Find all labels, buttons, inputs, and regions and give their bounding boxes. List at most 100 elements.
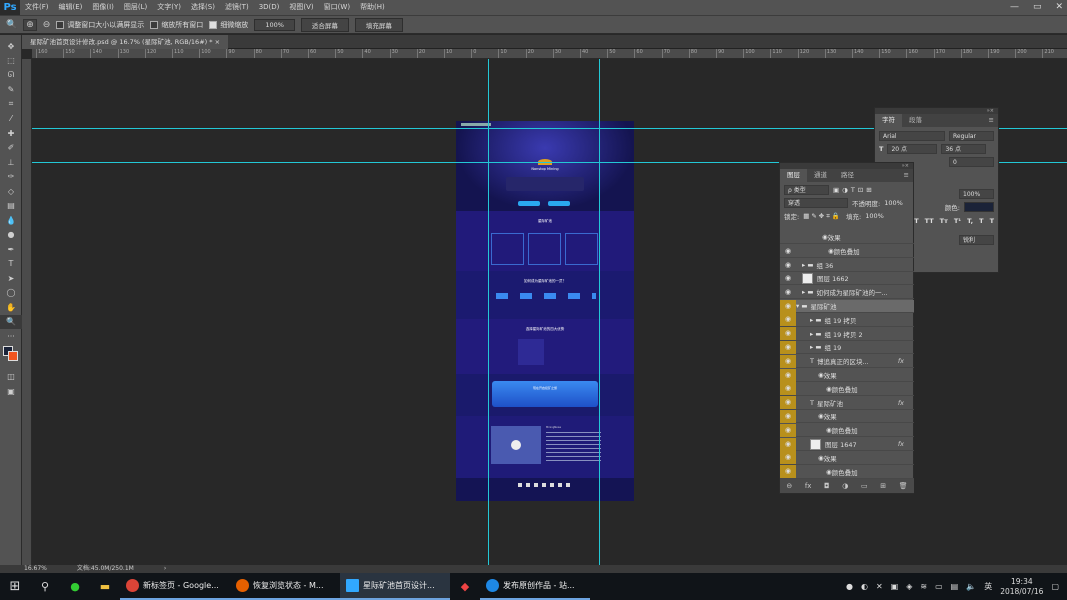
visibility-eye-icon[interactable]: ◉ (780, 396, 796, 410)
panel-menu-icon[interactable]: ≡ (904, 169, 913, 182)
wifi-icon[interactable]: ≋ (920, 582, 927, 591)
delete-layer-icon[interactable]: 🗑 (899, 482, 908, 490)
checkbox-icon[interactable] (56, 20, 65, 29)
tab-character[interactable]: 字符 (875, 114, 902, 127)
layer-row[interactable]: ◉ 效果 (780, 231, 914, 244)
visibility-eye-icon[interactable]: ◉ (780, 261, 796, 269)
visibility-eye-icon[interactable]: ◉ (780, 451, 796, 465)
panel-menu-icon[interactable]: ≡ (989, 114, 998, 127)
visibility-eye-icon[interactable]: ◉ (780, 409, 796, 423)
visibility-eye-icon[interactable]: ◉ (780, 437, 796, 451)
blur-tool-icon[interactable]: 💧 (0, 213, 22, 228)
lasso-tool-icon[interactable]: ᘏ (0, 68, 22, 83)
quick-mask-icon[interactable]: ◫ (0, 370, 22, 385)
visibility-eye-icon[interactable]: ◉ (780, 465, 796, 479)
leading-select[interactable]: 36 点 (941, 144, 987, 154)
tray-icon[interactable]: ◈ (906, 582, 912, 591)
menu-view[interactable]: 视图(V) (284, 0, 318, 15)
layer-mask-icon[interactable]: ◘ (824, 482, 830, 490)
small-caps-icon[interactable]: Tт (940, 217, 948, 225)
anti-alias-select[interactable]: 锐利 (959, 235, 994, 245)
checkbox-icon[interactable] (150, 20, 159, 29)
fx-icon[interactable]: fx (898, 357, 904, 365)
horizontal-scale-input[interactable]: 100% (959, 189, 994, 199)
filter-icons[interactable]: ▣◑T⊡⊞ (833, 186, 875, 194)
history-brush-tool-icon[interactable]: ✑ (0, 170, 22, 185)
tab-channels[interactable]: 通道 (807, 169, 834, 182)
fill-value[interactable]: 100% (865, 212, 884, 220)
visibility-eye-icon[interactable]: ◉ (780, 382, 796, 396)
battery-icon[interactable]: ▭ (935, 582, 943, 591)
visibility-eye-icon[interactable]: ◉ (780, 340, 796, 354)
tracking-select[interactable]: 0 (949, 157, 994, 167)
document-tab[interactable]: 星际矿池首页设计修改.psd @ 16.7% (星际矿池, RGB/16#) *… (22, 35, 229, 49)
move-tool-icon[interactable]: ✥ (0, 39, 22, 54)
zoom-100-button[interactable]: 100% (254, 18, 295, 31)
menu-filter[interactable]: 滤镜(T) (220, 0, 254, 15)
layer-row[interactable]: ◉ ◉ 效果 (780, 409, 914, 424)
lock-icons[interactable]: ▦✎✥⌗🔒 (803, 212, 842, 221)
minimize-button[interactable]: — (1010, 0, 1019, 15)
windows-start-icon[interactable]: ⊞ (0, 573, 30, 600)
layer-row[interactable]: ◉ ◉ 颜色叠加 (780, 465, 914, 479)
file-explorer-icon[interactable]: ▬ (90, 573, 120, 600)
layer-style-icon[interactable]: fx (805, 482, 812, 490)
menu-window[interactable]: 窗口(W) (319, 0, 355, 15)
new-group-icon[interactable]: ▭ (861, 482, 868, 490)
subscript-icon[interactable]: T, (967, 217, 973, 225)
app-icon[interactable]: ◆ (450, 573, 480, 600)
layer-row[interactable]: ◉ T 博追真正的区块... fx (780, 354, 914, 369)
path-select-tool-icon[interactable]: ➤ (0, 271, 22, 286)
tray-icon[interactable]: ✕ (876, 582, 883, 591)
layer-row[interactable]: ◉ ▸ ▬ 如何成为星际矿池的一... (780, 286, 914, 300)
tab-paths[interactable]: 路径 (834, 169, 861, 182)
tab-paragraph[interactable]: 段落 (902, 114, 929, 127)
resize-windows-option[interactable]: 调整窗口大小以满屏显示 (56, 20, 144, 30)
adjustment-layer-icon[interactable]: ◑ (842, 482, 848, 490)
menu-image[interactable]: 图像(I) (87, 0, 119, 15)
gradient-tool-icon[interactable]: ▤ (0, 199, 22, 214)
menu-file[interactable]: 文件(F) (20, 0, 54, 15)
quick-select-tool-icon[interactable]: ✎ (0, 83, 22, 98)
zoom-all-option[interactable]: 缩放所有窗口 (150, 20, 203, 30)
layer-row[interactable]: ◉ ◉ 颜色叠加 (780, 245, 914, 258)
strikethrough-icon[interactable]: T (990, 217, 994, 225)
menu-3d[interactable]: 3D(D) (254, 0, 285, 15)
underline-icon[interactable]: T (979, 217, 983, 225)
visibility-eye-icon[interactable]: ◉ (780, 313, 796, 327)
layer-row[interactable]: ◉ T 星际矿池 fx (780, 396, 914, 410)
scrubby-zoom-option[interactable]: 细微缩放 (209, 20, 248, 30)
layer-row[interactable]: ◉ ◉ 效果 (780, 451, 914, 465)
checkbox-checked-icon[interactable] (209, 20, 218, 29)
layer-row[interactable]: ◉ 图层 1662 (780, 272, 914, 286)
horizontal-ruler[interactable]: 160 150 140 130 120 110 100 90 80 70 60 50 40 30 20 10 0… (32, 49, 1067, 59)
layers-list[interactable]: ◉ 效果 ◉ ◉ 颜色叠加 ◉ ▸ ▬ 组 36 ◉ 图层 1662 ◉ ▸ ▬ 如何成为星际矿… (780, 231, 914, 479)
visibility-eye-icon[interactable]: ◉ (780, 368, 796, 382)
new-layer-icon[interactable]: ⊞ (880, 482, 886, 490)
layer-row[interactable]: ◉ ▸ ▬ 组 19 拷贝 2 (780, 327, 914, 341)
menu-layer[interactable]: 图层(L) (119, 0, 152, 15)
color-swatches[interactable] (0, 344, 21, 370)
pen-tool-icon[interactable]: ✒ (0, 242, 22, 257)
zoom-tool-icon[interactable]: 🔍 (0, 314, 22, 329)
marquee-tool-icon[interactable]: ⬚ (0, 54, 22, 69)
maximize-button[interactable]: ▭ (1033, 0, 1042, 15)
font-family-select[interactable]: Arial (879, 131, 945, 141)
faux-italic-icon[interactable]: T (914, 217, 918, 225)
font-style-select[interactable]: Regular (949, 131, 994, 141)
type-tool-icon[interactable]: T (0, 257, 22, 272)
stamp-tool-icon[interactable]: ⊥ (0, 155, 22, 170)
guide-line[interactable] (599, 59, 600, 565)
brush-tool-icon[interactable]: ✐ (0, 141, 22, 156)
zoom-out-icon[interactable]: ⊖ (43, 20, 51, 30)
visibility-eye-icon[interactable]: ◉ (780, 354, 796, 368)
clock[interactable]: 19:34 2018/07/16 (1000, 577, 1043, 597)
menu-help[interactable]: 帮助(H) (355, 0, 390, 15)
fill-screen-button[interactable]: 填充屏幕 (354, 17, 403, 32)
artboard[interactable]: Nonstop Mining 星际矿池 如何成为星际矿池的一员？ 选择星际矿池的… (456, 121, 634, 501)
close-window-button[interactable]: ✕ (1055, 0, 1063, 15)
layer-row[interactable]: ◉ ◉ 颜色叠加 (780, 382, 914, 396)
eraser-tool-icon[interactable]: ◇ (0, 184, 22, 199)
fx-icon[interactable]: fx (898, 399, 904, 407)
guide-line[interactable] (488, 59, 489, 565)
